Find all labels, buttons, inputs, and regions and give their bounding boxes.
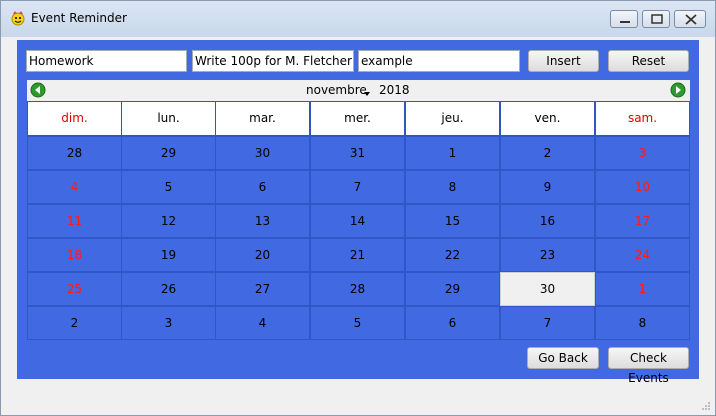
- calendar-day-cell[interactable]: 30: [500, 272, 595, 306]
- resize-grip-icon[interactable]: [701, 401, 711, 411]
- calendar-day-cell[interactable]: 17: [595, 204, 690, 238]
- day-header: sam.: [595, 101, 690, 136]
- calendar-day-cell[interactable]: 20: [215, 238, 310, 272]
- calendar-day-cell[interactable]: 13: [215, 204, 310, 238]
- calendar-day-cell[interactable]: 25: [27, 272, 122, 306]
- calendar-day-cell[interactable]: 28: [310, 272, 405, 306]
- calendar-day-cell[interactable]: 19: [121, 238, 216, 272]
- calendar-day-cell[interactable]: 15: [405, 204, 500, 238]
- calendar-day-cell[interactable]: 6: [405, 306, 500, 340]
- next-month-arrow-icon[interactable]: [670, 82, 686, 98]
- calendar-day-cell[interactable]: 5: [121, 170, 216, 204]
- calendar-day-cell[interactable]: 8: [595, 306, 690, 340]
- calendar-day-cell[interactable]: 31: [310, 136, 405, 170]
- calendar-day-cell[interactable]: 11: [27, 204, 122, 238]
- day-header: jeu.: [405, 101, 500, 136]
- chevron-down-icon[interactable]: [364, 92, 370, 96]
- maximize-icon: [651, 14, 663, 24]
- calendar-day-cell[interactable]: 9: [500, 170, 595, 204]
- day-header: dim.: [27, 101, 122, 136]
- calendar-day-cell[interactable]: 7: [310, 170, 405, 204]
- event-title-field[interactable]: Homework: [26, 50, 187, 72]
- day-header: mer.: [310, 101, 405, 136]
- event-reminder-window: Event Reminder Homework Write 100p for M…: [0, 0, 716, 416]
- minimize-button[interactable]: [610, 10, 638, 28]
- calendar-day-cell[interactable]: 2: [27, 306, 122, 340]
- calendar-day-cell[interactable]: 10: [595, 170, 690, 204]
- window-title: Event Reminder: [31, 11, 127, 25]
- calendar-day-cell[interactable]: 16: [500, 204, 595, 238]
- calendar-day-cell[interactable]: 22: [405, 238, 500, 272]
- calendar-day-cell[interactable]: 14: [310, 204, 405, 238]
- calendar-day-cell[interactable]: 4: [27, 170, 122, 204]
- calendar-day-cell[interactable]: 26: [121, 272, 216, 306]
- title-bar[interactable]: Event Reminder: [1, 1, 715, 37]
- calendar-day-cell[interactable]: 3: [121, 306, 216, 340]
- calendar-day-cell[interactable]: 12: [121, 204, 216, 238]
- calendar-day-cell[interactable]: 27: [215, 272, 310, 306]
- check-events-button[interactable]: Check Events: [608, 347, 689, 385]
- calendar-day-cell[interactable]: 3: [595, 136, 690, 170]
- calendar-day-cell[interactable]: 1: [595, 272, 690, 306]
- calendar-day-cell[interactable]: 23: [500, 238, 595, 272]
- previous-month-arrow-icon[interactable]: [30, 82, 46, 98]
- calendar-day-cell[interactable]: 29: [121, 136, 216, 170]
- go-back-button[interactable]: Go Back: [527, 347, 599, 369]
- calendar-day-cell[interactable]: 29: [405, 272, 500, 306]
- day-header: mar.: [215, 101, 310, 136]
- calendar-day-cell[interactable]: 4: [215, 306, 310, 340]
- event-description-field[interactable]: Write 100p for M. Fletcher: [192, 50, 354, 72]
- minimize-icon: [620, 21, 630, 23]
- close-button[interactable]: [674, 10, 706, 28]
- year-selector[interactable]: 2018: [379, 83, 410, 97]
- calendar-day-cell[interactable]: 24: [595, 238, 690, 272]
- day-header: lun.: [121, 101, 216, 136]
- month-selector[interactable]: novembre: [306, 83, 367, 97]
- calendar-day-cell[interactable]: 7: [500, 306, 595, 340]
- calendar-day-cell[interactable]: 2: [500, 136, 595, 170]
- calendar-day-cell[interactable]: 6: [215, 170, 310, 204]
- reset-button[interactable]: Reset: [608, 50, 689, 72]
- month-navigation: novembre 2018: [27, 80, 690, 101]
- calendar-day-cell[interactable]: 30: [215, 136, 310, 170]
- calendar-day-cell[interactable]: 18: [27, 238, 122, 272]
- calendar-day-cell[interactable]: 21: [310, 238, 405, 272]
- calendar-day-cell[interactable]: 5: [310, 306, 405, 340]
- day-header: ven.: [500, 101, 595, 136]
- event-extra-field[interactable]: example: [358, 50, 520, 72]
- calendar-day-cell[interactable]: 1: [405, 136, 500, 170]
- close-icon: [685, 14, 697, 25]
- insert-button[interactable]: Insert: [528, 50, 599, 72]
- smiley-app-icon: [11, 11, 25, 26]
- calendar-day-cell[interactable]: 28: [27, 136, 122, 170]
- maximize-button[interactable]: [642, 10, 670, 28]
- calendar-day-cell[interactable]: 8: [405, 170, 500, 204]
